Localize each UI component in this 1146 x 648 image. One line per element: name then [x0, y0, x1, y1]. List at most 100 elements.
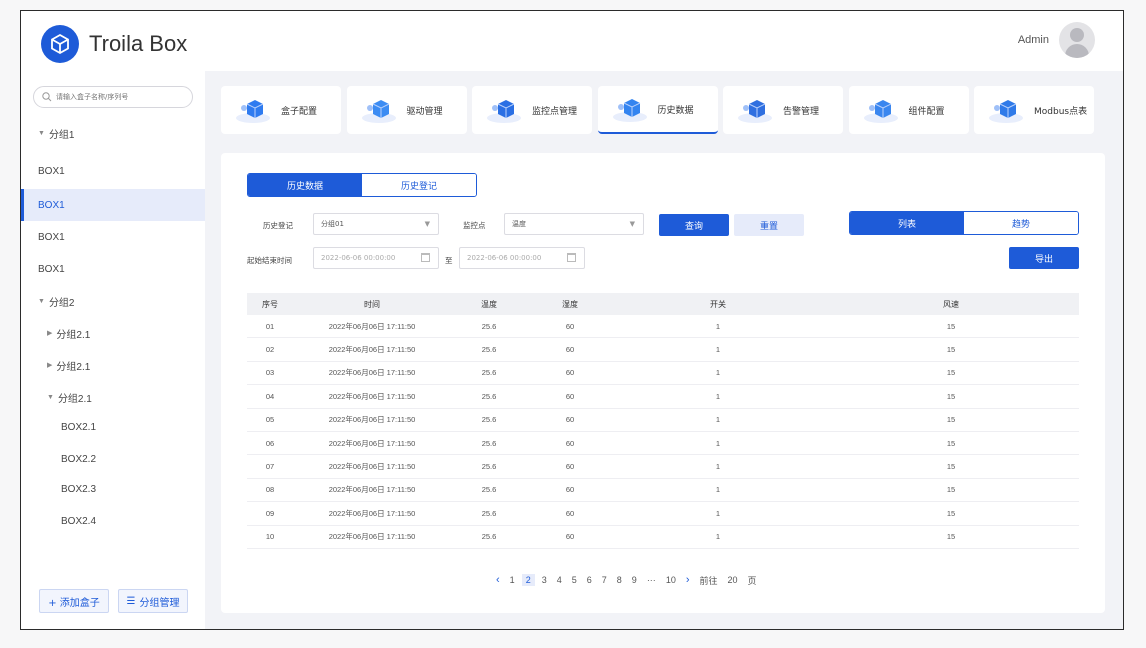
table-cell: 15 — [946, 462, 956, 472]
page-number[interactable]: 2 — [521, 574, 535, 586]
page-number[interactable]: 6 — [587, 575, 592, 585]
table-cell: 25.6 — [481, 438, 497, 448]
page-number[interactable]: 9 — [632, 575, 637, 585]
caret-down-icon: ▼ — [47, 393, 54, 401]
table-cell: 25.6 — [481, 462, 497, 472]
next-page-icon[interactable]: › — [686, 574, 690, 586]
tree-group[interactable]: ▼ 分组2.1 — [21, 381, 205, 413]
end-date-input[interactable]: 2022-06-06 00:00:00 — [459, 247, 585, 269]
tree-item-box[interactable]: BOX1 — [21, 189, 205, 221]
table-row[interactable]: 04 2022年06月06日 17:11:50 25.6 60 1 15 — [247, 385, 1079, 409]
table-cell: 60 — [565, 415, 575, 425]
page-number-last[interactable]: 10 — [666, 575, 676, 585]
table-row[interactable]: 02 2022年06月06日 17:11:50 25.6 60 1 15 — [247, 338, 1079, 362]
tree-item-box[interactable]: BOX2.4 — [21, 505, 205, 537]
prev-page-icon[interactable]: ‹ — [496, 574, 500, 586]
point-select[interactable]: 温度 ▼ — [504, 213, 644, 235]
reset-button[interactable]: 重置 — [734, 214, 804, 236]
tab-0[interactable]: 盒子配置 — [221, 86, 341, 134]
tab-5[interactable]: 组件配置 — [848, 86, 969, 134]
tab-2[interactable]: 监控点管理 — [472, 86, 592, 134]
range-label: 起始结束时间 — [247, 256, 292, 265]
table-cell: 2022年06月06日 17:11:50 — [328, 368, 416, 378]
history-select[interactable]: 分组01 ▼ — [313, 213, 439, 235]
table-row[interactable]: 01 2022年06月06日 17:11:50 25.6 60 1 15 — [247, 315, 1079, 339]
page-number[interactable]: 8 — [617, 575, 622, 585]
tree-item-box[interactable]: BOX2.3 — [21, 473, 205, 505]
page-number[interactable]: 4 — [557, 575, 562, 585]
page-number[interactable]: 1 — [510, 575, 515, 585]
goto-page-input[interactable]: 20 — [728, 575, 738, 585]
tree-item-label: 分组1 — [48, 129, 75, 141]
list-view-button[interactable]: 列表 — [850, 212, 964, 234]
table-row[interactable]: 09 2022年06月06日 17:11:50 25.6 60 1 15 — [247, 502, 1079, 526]
tab-label: 历史数据 — [657, 105, 694, 116]
column-header: 湿度 — [562, 299, 578, 309]
tree-item-box[interactable]: BOX1 — [21, 155, 205, 187]
page-number[interactable]: 3 — [542, 575, 547, 585]
page-ellipsis[interactable]: ··· — [647, 575, 656, 585]
page-number[interactable]: 7 — [602, 575, 607, 585]
tree-group[interactable]: ▼ 分组1 — [21, 117, 205, 149]
table-row[interactable]: 10 2022年06月06日 17:11:50 25.6 60 1 15 — [247, 526, 1079, 549]
tree-item-box[interactable]: BOX2.1 — [21, 411, 205, 443]
sidebar: ▼分组1BOX1BOX1BOX1BOX1▼分组2▶分组2.1▶分组2.1▼分组2… — [21, 71, 205, 629]
tree-item-label: BOX1 — [38, 165, 65, 177]
table-cell: 15 — [946, 532, 956, 542]
avatar[interactable] — [1059, 22, 1095, 58]
table-cell: 07 — [265, 462, 275, 472]
module-illustration-icon — [361, 96, 397, 124]
table-cell: 2022年06月06日 17:11:50 — [328, 391, 416, 401]
export-button[interactable]: 导出 — [1009, 247, 1079, 269]
table-cell: 1 — [715, 462, 721, 472]
tab-label: 组件配置 — [908, 106, 945, 117]
page-number[interactable]: 5 — [572, 575, 577, 585]
trend-view-button[interactable]: 趋势 — [964, 212, 1078, 234]
table-cell: 25.6 — [481, 485, 497, 495]
table-cell: 60 — [565, 321, 575, 331]
table-cell: 03 — [265, 368, 275, 378]
table-cell: 60 — [565, 462, 575, 472]
tab-4[interactable]: 告警管理 — [723, 86, 843, 134]
column-header: 时间 — [364, 299, 380, 309]
module-illustration-icon — [235, 96, 271, 124]
group-manage-button[interactable]: ☰ 分组管理 — [118, 589, 188, 613]
table-cell: 25.6 — [481, 345, 497, 355]
add-box-button[interactable]: + 添加盒子 — [39, 589, 109, 613]
table-row[interactable]: 03 2022年06月06日 17:11:50 25.6 60 1 15 — [247, 362, 1079, 386]
pagination: ‹ 1 2 3 4 5 6 7 8 9 ··· 10 › 前往 20 页 — [491, 571, 762, 589]
table-cell: 2022年06月06日 17:11:50 — [328, 462, 416, 472]
table-cell: 15 — [946, 321, 956, 331]
table-row[interactable]: 08 2022年06月06日 17:11:50 25.6 60 1 15 — [247, 479, 1079, 503]
user-name[interactable]: Admin — [1018, 34, 1049, 46]
search-input[interactable] — [56, 93, 186, 101]
tree-item-box[interactable]: BOX2.2 — [21, 443, 205, 475]
tab-history-data[interactable]: 历史数据 — [248, 174, 362, 196]
tab-3[interactable]: 历史数据 — [597, 86, 718, 134]
table-cell: 06 — [265, 438, 275, 448]
start-date-input[interactable]: 2022-06-06 00:00:00 — [313, 247, 439, 269]
table-cell: 1 — [715, 485, 721, 495]
start-date-value: 2022-06-06 00:00:00 — [321, 254, 396, 262]
table-cell: 1 — [715, 438, 721, 448]
tree-item-label: BOX1 — [38, 199, 65, 211]
tree-group[interactable]: ▼ 分组2 — [21, 285, 205, 317]
top-header: Troila Box Admin — [21, 11, 1123, 71]
tree-item-box[interactable]: BOX1 — [21, 253, 205, 285]
tree-group[interactable]: ▶ 分组2.1 — [21, 349, 205, 381]
tab-6[interactable]: Modbus点表 — [974, 86, 1094, 134]
table-cell: 15 — [946, 391, 956, 401]
table-row[interactable]: 07 2022年06月06日 17:11:50 25.6 60 1 15 — [247, 455, 1079, 479]
tab-1[interactable]: 驱动管理 — [346, 86, 467, 134]
caret-down-icon: ▼ — [38, 297, 45, 305]
tree-group[interactable]: ▶ 分组2.1 — [21, 317, 205, 349]
table-cell: 2022年06月06日 17:11:50 — [328, 321, 416, 331]
table-row[interactable]: 06 2022年06月06日 17:11:50 25.6 60 1 15 — [247, 432, 1079, 456]
search-box[interactable] — [33, 86, 193, 108]
view-toggle: 历史数据 历史登记 — [247, 173, 477, 197]
tree-item-box[interactable]: BOX1 — [21, 221, 205, 253]
query-button[interactable]: 查询 — [659, 214, 729, 236]
tab-history-record[interactable]: 历史登记 — [362, 174, 476, 196]
table-cell: 10 — [265, 532, 275, 542]
table-row[interactable]: 05 2022年06月06日 17:11:50 25.6 60 1 15 — [247, 409, 1079, 432]
